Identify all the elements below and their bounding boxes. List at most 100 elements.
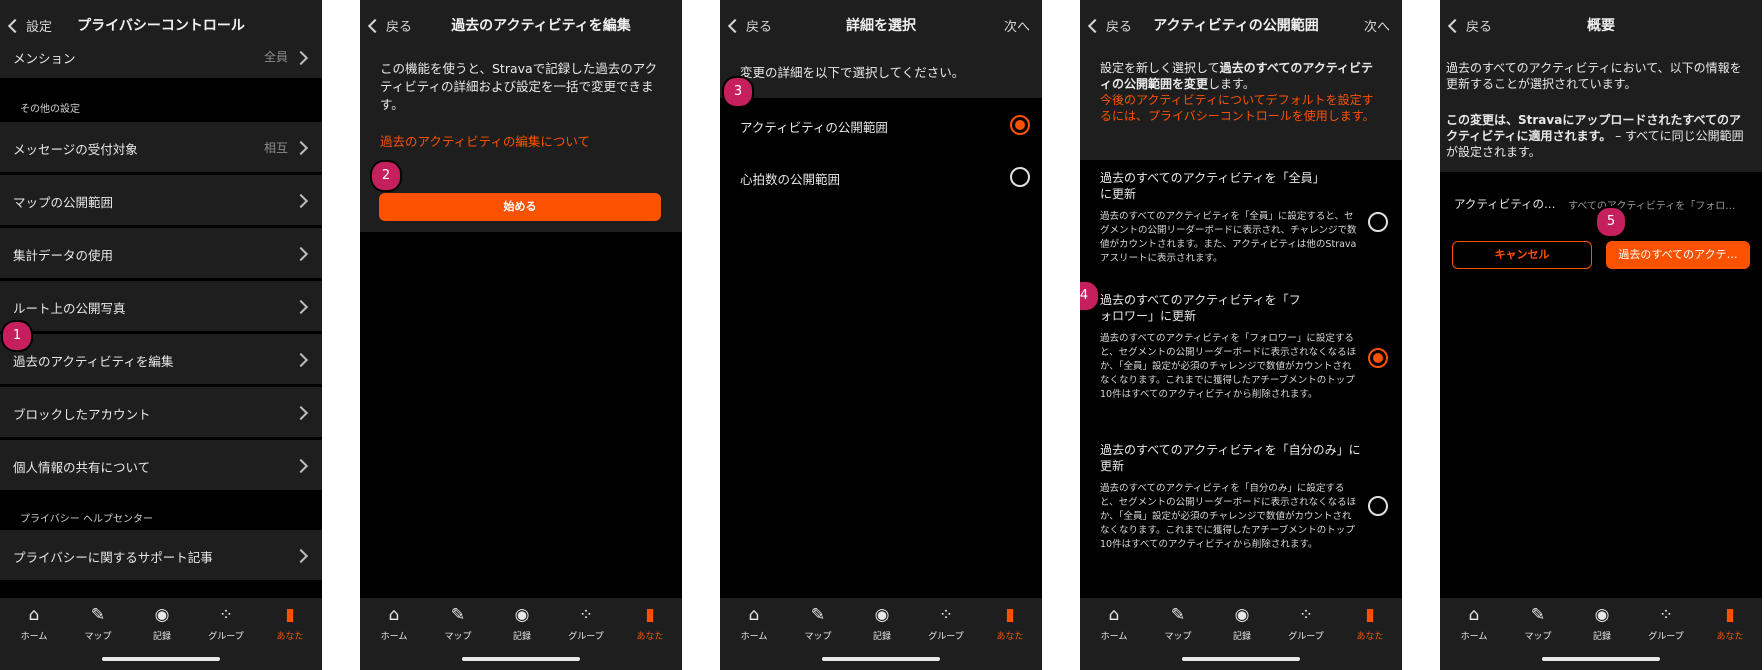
tab-you[interactable]: ▮ あなた — [258, 604, 322, 642]
radio-empty-icon[interactable] — [1368, 212, 1388, 232]
option-description: 過去のすべてのアクティビティを「フォロワー」に設定すると、セグメントの公開リーダ… — [1100, 333, 1357, 400]
map-pen-icon: ✎ — [810, 605, 826, 625]
tab-maps[interactable]: ✎ マップ — [426, 604, 490, 642]
tab-record[interactable]: ◉ 記録 — [850, 604, 914, 642]
tab-record[interactable]: ◉ 記録 — [1210, 604, 1274, 642]
group-dots-icon: ⁘ — [218, 605, 234, 625]
chevron-right-icon — [293, 548, 309, 564]
screen-summary: 戻る 概要 過去のすべてのアクティビティにおいて、以下の情報を更新することが選択… — [1440, 0, 1762, 670]
option-row-heart-rate-visibility[interactable]: 心拍数の公開範囲 — [720, 152, 1042, 204]
option-everyone[interactable]: 過去のすべてのアクティビティを「全員」に更新 過去のすべてのアクティビティを「全… — [1080, 160, 1402, 300]
section-header-help: プライバシー ヘルプセンター — [20, 514, 153, 525]
intro-text: 設定を新しく選択して過去のすべてのアクティビティの公開範囲を変更します。 今後の… — [1100, 60, 1380, 124]
tab-label: グループ — [928, 632, 964, 642]
screen-activity-visibility: 戻る アクティビティの公開範囲 次へ 設定を新しく選択して過去のすべてのアクティ… — [1080, 0, 1402, 670]
settings-row-personal-info-sharing[interactable]: 個人情報の共有について — [0, 440, 322, 490]
option-title: 過去のすべてのアクティビティを「自分のみ」に更新 — [1100, 443, 1361, 473]
tab-groups[interactable]: ⁘ グループ — [194, 604, 258, 642]
tab-groups[interactable]: ⁘ グループ — [1634, 604, 1698, 642]
chevron-right-icon — [293, 193, 309, 209]
row-label: 個人情報の共有について — [13, 460, 151, 475]
home-icon: ⌂ — [748, 605, 760, 625]
radio-selected-icon[interactable] — [1010, 115, 1030, 135]
map-pen-icon: ✎ — [90, 605, 106, 625]
tab-label: グループ — [1288, 632, 1324, 642]
tab-label: マップ — [1164, 632, 1192, 642]
settings-row-blocked-accounts[interactable]: ブロックしたアカウント — [0, 387, 322, 437]
start-button[interactable]: 始める — [379, 193, 661, 221]
nav-bar: 戻る 概要 — [1440, 0, 1762, 50]
confirm-update-button[interactable]: 過去のすべてのアクテ… — [1606, 241, 1750, 269]
option-only-me[interactable]: 過去のすべてのアクティビティを「自分のみ」に更新 過去のすべてのアクティビティを… — [1080, 440, 1402, 590]
tab-record[interactable]: ◉ 記録 — [490, 604, 554, 642]
learn-more-link[interactable]: 過去のアクティビティの編集について — [380, 131, 590, 150]
row-label: 過去のアクティビティを編集 — [13, 354, 174, 369]
settings-row-route-photos[interactable]: ルート上の公開写真 — [0, 281, 322, 331]
settings-row-aggregated-data[interactable]: 集計データの使用 — [0, 228, 322, 278]
record-icon: ◉ — [514, 605, 530, 625]
tab-label: 記録 — [512, 632, 531, 642]
tab-groups[interactable]: ⁘ グループ — [914, 604, 978, 642]
tab-record[interactable]: ◉ 記録 — [130, 604, 194, 642]
radio-empty-icon[interactable] — [1368, 496, 1388, 516]
settings-row-support-articles[interactable]: プライバシーに関するサポート記事 — [0, 530, 322, 580]
chevron-right-icon — [293, 352, 309, 368]
tab-label: マップ — [84, 632, 112, 642]
tab-label: 記録 — [872, 632, 891, 642]
settings-row-edit-past-activities[interactable]: 過去のアクティビティを編集 — [0, 334, 322, 384]
tab-you[interactable]: ▮ あなた — [978, 604, 1042, 642]
tab-you[interactable]: ▮ あなた — [618, 604, 682, 642]
settings-row-message-recipients[interactable]: メッセージの受付対象 相互 — [0, 122, 322, 172]
next-button[interactable]: 次へ — [1004, 16, 1030, 35]
tab-label: あなた — [276, 632, 304, 642]
chevron-right-icon — [293, 50, 309, 66]
tab-groups[interactable]: ⁘ グループ — [554, 604, 618, 642]
settings-row-map-visibility[interactable]: マップの公開範囲 — [0, 175, 322, 225]
tab-home[interactable]: ⌂ ホーム — [1082, 604, 1146, 642]
row-label: メンション — [13, 51, 76, 66]
row-value: 相互 — [263, 141, 288, 155]
step-badge: 3 — [722, 76, 754, 108]
tab-label: ホーム — [380, 632, 408, 642]
map-pen-icon: ✎ — [450, 605, 466, 625]
tab-maps[interactable]: ✎ マップ — [1506, 604, 1570, 642]
page-title: プライバシーコントロール — [77, 18, 245, 34]
tab-maps[interactable]: ✎ マップ — [1146, 604, 1210, 642]
cancel-button[interactable]: キャンセル — [1452, 241, 1592, 269]
tab-label: マップ — [804, 632, 832, 642]
tab-you[interactable]: ▮ あなた — [1698, 604, 1762, 642]
step-badge: 2 — [370, 160, 402, 192]
tab-home[interactable]: ⌂ ホーム — [362, 604, 426, 642]
record-icon: ◉ — [1234, 605, 1250, 625]
radio-empty-icon[interactable] — [1010, 167, 1030, 187]
next-button[interactable]: 次へ — [1364, 16, 1390, 35]
tab-maps[interactable]: ✎ マップ — [786, 604, 850, 642]
radio-selected-icon[interactable] — [1368, 348, 1388, 368]
tab-you[interactable]: ▮ あなた — [1338, 604, 1402, 642]
option-followers[interactable]: 過去のすべてのアクティビティを「フォロワー」に更新 過去のすべてのアクティビティ… — [1080, 290, 1402, 440]
settings-row-mention[interactable]: メンション 全員 — [0, 34, 322, 78]
tab-label: 記録 — [152, 632, 171, 642]
tab-record[interactable]: ◉ 記録 — [1570, 604, 1634, 642]
map-pen-icon: ✎ — [1170, 605, 1186, 625]
tab-label: 記録 — [1592, 632, 1611, 642]
screen-privacy-controls: 設定 プライバシーコントロール メンション 全員 その他の設定 メッセージの受付… — [0, 0, 322, 670]
option-row-activity-visibility[interactable]: アクティビティの公開範囲 — [720, 100, 1042, 152]
tab-maps[interactable]: ✎ マップ — [66, 604, 130, 642]
group-dots-icon: ⁘ — [938, 605, 954, 625]
group-dots-icon: ⁘ — [1298, 605, 1314, 625]
section-header-other: その他の設定 — [20, 104, 80, 115]
summary-para2: この変更は、Stravaにアップロードされたすべてのアクティビティに適用されます… — [1446, 112, 1752, 160]
nav-bar: 戻る アクティビティの公開範囲 次へ — [1080, 0, 1402, 50]
tab-groups[interactable]: ⁘ グループ — [1274, 604, 1338, 642]
tab-label: マップ — [1524, 632, 1552, 642]
row-value: 全員 — [263, 50, 288, 64]
tab-home[interactable]: ⌂ ホーム — [1442, 604, 1506, 642]
home-icon: ⌂ — [388, 605, 400, 625]
tab-home[interactable]: ⌂ ホーム — [2, 604, 66, 642]
tab-label: あなた — [1716, 632, 1744, 642]
row-label: メッセージの受付対象 — [13, 142, 138, 157]
page-title: アクティビティの公開範囲 — [1153, 18, 1319, 34]
tab-home[interactable]: ⌂ ホーム — [722, 604, 786, 642]
chevron-right-icon — [293, 140, 309, 156]
